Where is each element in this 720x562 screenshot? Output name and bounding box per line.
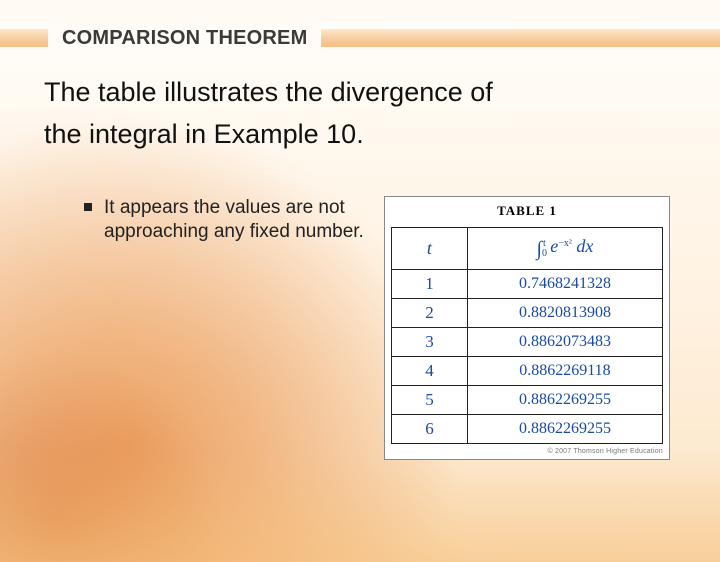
table-row: 3 0.8862073483	[392, 327, 663, 356]
bullet-square-icon	[84, 203, 92, 211]
table-row: 6 0.8862269255	[392, 414, 663, 443]
bullet-item: It appears the values are not approachin…	[84, 196, 384, 245]
cell-value: 0.8820813908	[467, 298, 662, 327]
cell-t: 2	[392, 298, 468, 327]
cell-t: 6	[392, 414, 468, 443]
col-header-integral: ∫0t e−x² dx	[467, 227, 662, 269]
body-line-2: the integral in Example 10.	[44, 119, 364, 149]
cell-t: 4	[392, 356, 468, 385]
col-header-t: t	[392, 227, 468, 269]
table-row: 1 0.7468241328	[392, 269, 663, 298]
table-figure: TABLE 1 t ∫0t e−x² dx	[384, 196, 670, 460]
table-header-row: t ∫0t e−x² dx	[392, 227, 663, 269]
table-copyright: © 2007 Thomson Higher Education	[391, 448, 663, 455]
slide: COMPARISON THEOREM The table illustrates…	[0, 22, 720, 460]
cell-value: 0.8862269255	[467, 414, 662, 443]
cell-t: 3	[392, 327, 468, 356]
header-band: COMPARISON THEOREM	[0, 22, 720, 54]
cell-value: 0.8862269255	[467, 385, 662, 414]
table-caption: TABLE 1	[391, 203, 663, 219]
cell-value: 0.7468241328	[467, 269, 662, 298]
cell-value: 0.8862269118	[467, 356, 662, 385]
bullet-text: It appears the values are not approachin…	[104, 196, 384, 245]
table-row: 5 0.8862269255	[392, 385, 663, 414]
table-row: 2 0.8820813908	[392, 298, 663, 327]
body-line-1: The table illustrates the divergence of	[44, 77, 493, 107]
cell-t: 5	[392, 385, 468, 414]
bullet-column: It appears the values are not approachin…	[84, 196, 384, 245]
table-column: TABLE 1 t ∫0t e−x² dx	[384, 196, 720, 460]
slide-title: COMPARISON THEOREM	[48, 22, 321, 54]
table-row: 4 0.8862269118	[392, 356, 663, 385]
content-row: It appears the values are not approachin…	[0, 196, 720, 460]
cell-value: 0.8862073483	[467, 327, 662, 356]
integral-expression: ∫0t e−x² dx	[536, 236, 593, 256]
data-table: t ∫0t e−x² dx 1 0.7468241328	[391, 227, 663, 444]
body-text: The table illustrates the divergence of …	[44, 72, 676, 156]
cell-t: 1	[392, 269, 468, 298]
